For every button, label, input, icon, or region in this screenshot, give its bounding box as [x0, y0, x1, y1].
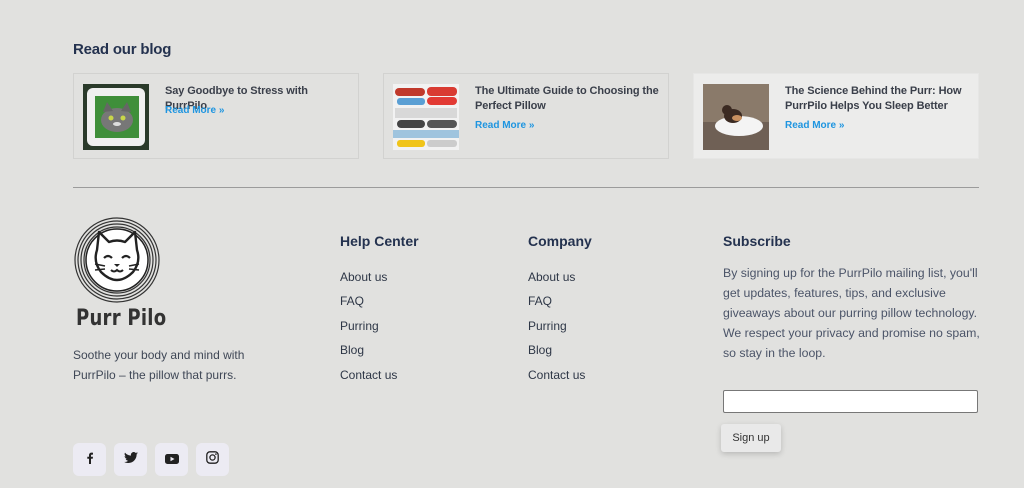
- help-link-about-us[interactable]: About us: [340, 268, 397, 292]
- blog-post-title[interactable]: The Science Behind the Purr: How PurrPil…: [785, 84, 971, 114]
- blog-post-title[interactable]: The Ultimate Guide to Choosing the Perfe…: [475, 84, 661, 114]
- brand-tagline: Soothe your body and mind with PurrPilo …: [73, 348, 245, 382]
- read-more-link[interactable]: Read More »: [475, 120, 534, 131]
- blog-thumbnail-pillows[interactable]: [393, 84, 459, 150]
- facebook-button[interactable]: [73, 443, 106, 476]
- sign-up-button[interactable]: Sign up: [721, 424, 781, 452]
- twitter-button[interactable]: [114, 443, 147, 476]
- company-links: About us FAQ Purring Blog Contact us: [528, 268, 585, 390]
- read-more-link[interactable]: Read More »: [165, 105, 224, 116]
- email-field[interactable]: [723, 390, 978, 413]
- company-link-contact-us[interactable]: Contact us: [528, 366, 585, 390]
- blog-card[interactable]: The Ultimate Guide to Choosing the Perfe…: [383, 73, 669, 159]
- company-link-about-us[interactable]: About us: [528, 268, 585, 292]
- facebook-icon: [84, 451, 96, 469]
- subscribe-description: By signing up for the PurrPilo mailing l…: [723, 266, 980, 360]
- company-link-faq[interactable]: FAQ: [528, 292, 585, 316]
- read-more-link[interactable]: Read More »: [785, 120, 844, 131]
- youtube-button[interactable]: [155, 443, 188, 476]
- help-link-contact-us[interactable]: Contact us: [340, 366, 397, 390]
- twitter-icon: [123, 451, 138, 469]
- blog-card[interactable]: The Science Behind the Purr: How PurrPil…: [693, 73, 979, 159]
- blog-thumbnail-cat-on-pillow[interactable]: [703, 84, 769, 150]
- blog-heading: Read our blog: [73, 41, 172, 58]
- company-link-blog[interactable]: Blog: [528, 341, 585, 365]
- help-link-purring[interactable]: Purring: [340, 317, 397, 341]
- help-center-heading: Help Center: [340, 233, 419, 249]
- help-center-links: About us FAQ Purring Blog Contact us: [340, 268, 397, 390]
- instagram-icon: [206, 450, 219, 469]
- company-link-purring[interactable]: Purring: [528, 317, 585, 341]
- instagram-button[interactable]: [196, 443, 229, 476]
- help-link-faq[interactable]: FAQ: [340, 292, 397, 316]
- blog-thumbnail-cat-pillow[interactable]: [83, 84, 149, 150]
- youtube-icon: [164, 451, 179, 469]
- brand-name: Purr Pilo: [76, 306, 167, 331]
- help-link-blog[interactable]: Blog: [340, 341, 397, 365]
- subscribe-heading: Subscribe: [723, 233, 791, 249]
- blog-card[interactable]: Say Goodbye to Stress with PurrPilo Read…: [73, 73, 359, 159]
- company-heading: Company: [528, 233, 592, 249]
- footer-divider: [73, 187, 979, 188]
